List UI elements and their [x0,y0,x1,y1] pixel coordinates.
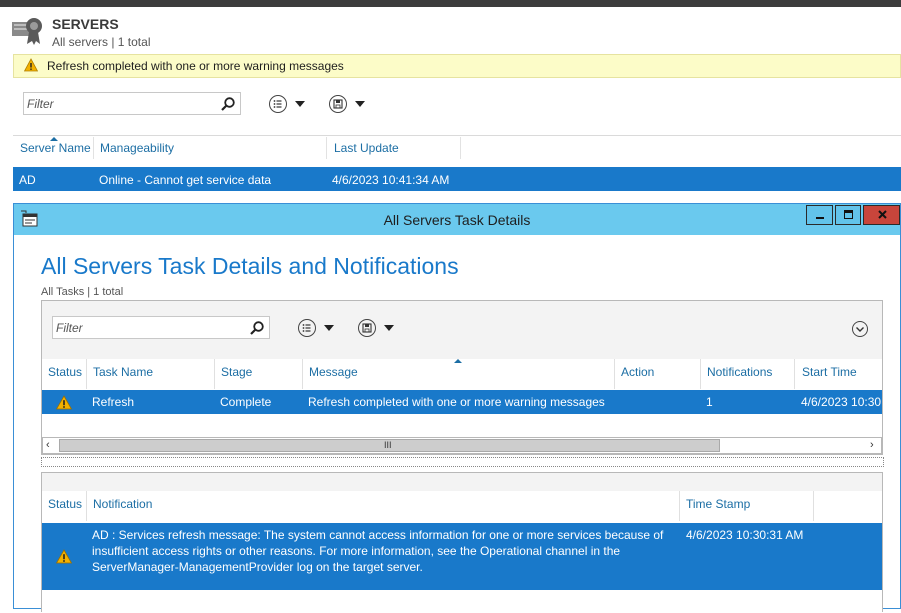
filter-placeholder: Filter [27,97,54,111]
chevron-down-icon[interactable] [355,101,365,107]
scrollbar-thumb[interactable]: III [59,439,720,452]
column-divider [460,137,461,159]
top-strip [0,0,901,7]
last-update-cell: 4/6/2023 10:41:34 AM [332,173,450,187]
sort-ascending-icon [454,359,462,363]
column-divider [700,359,701,389]
scroll-left-icon[interactable]: ‹ [46,439,50,451]
column-header-manageability[interactable]: Manageability [100,141,174,155]
stage-cell: Complete [220,395,272,409]
pane-splitter[interactable] [41,457,884,467]
column-header-start-time[interactable]: Start Time [802,365,857,379]
window-title-bar[interactable]: All Servers Task Details [14,204,900,235]
page-title: SERVERS [52,16,119,32]
expand-circle-icon[interactable] [852,321,868,337]
list-view-icon[interactable] [298,319,316,337]
tasks-grid: Status Task Name Stage Message Action No… [42,359,882,437]
notifications-grid: Status Notification Time Stamp AD : Serv… [42,491,882,613]
column-header-action[interactable]: Action [621,365,654,379]
column-divider [86,359,87,389]
save-icon[interactable] [329,95,347,113]
table-row[interactable]: AD : Services refresh message: The syste… [42,523,882,590]
column-divider [93,137,94,159]
time-stamp-cell: 4/6/2023 10:30:31 AM [686,528,804,542]
column-header-last-update[interactable]: Last Update [334,141,399,155]
column-header-notifications[interactable]: Notifications [707,365,772,379]
table-row[interactable]: AD Online - Cannot get service data 4/6/… [13,167,901,191]
server-name-cell: AD [19,173,36,187]
warning-message: Refresh completed with one or more warni… [47,59,344,73]
save-icon[interactable] [358,319,376,337]
column-divider [813,491,814,521]
notification-text-line: AD : Services refresh message: The syste… [92,528,664,542]
column-header-status[interactable]: Status [48,365,82,379]
tasks-panel: Filter Status Task Name Stage Message Ac… [41,300,883,455]
servers-filter-input[interactable]: Filter [23,92,241,115]
column-header-notification[interactable]: Notification [93,497,152,511]
column-divider [302,359,303,389]
column-header-time-stamp[interactable]: Time Stamp [686,497,750,511]
scroll-right-icon[interactable]: › [870,439,874,451]
dialog-subheading: All Tasks | 1 total [41,286,124,298]
message-cell: Refresh completed with one or more warni… [308,395,605,409]
search-icon[interactable] [220,96,236,112]
chevron-down-icon[interactable] [384,325,394,331]
notifications-cell: 1 [706,395,713,409]
notification-text-line: ServerManager-ManagementProvider log on … [92,560,423,574]
search-icon[interactable] [249,320,265,336]
page-subtitle: All servers | 1 total [52,35,151,49]
manageability-cell: Online - Cannot get service data [99,173,272,187]
window-title: All Servers Task Details [383,212,531,228]
task-name-cell: Refresh [92,395,135,409]
chevron-down-icon[interactable] [324,325,334,331]
close-icon[interactable] [863,205,900,225]
column-header-task-name[interactable]: Task Name [93,365,153,379]
warning-notification-bar[interactable]: Refresh completed with one or more warni… [13,54,901,78]
column-header-message[interactable]: Message [309,365,358,379]
column-divider [214,359,215,389]
warning-icon [24,58,38,72]
scrollbar-grip: III [384,440,392,450]
task-details-window[interactable]: All Servers Task Details All Servers Tas… [13,203,901,613]
warning-icon [56,395,72,410]
chevron-down-icon[interactable] [295,101,305,107]
notifications-panel: Status Notification Time Stamp AD : Serv… [41,472,883,613]
table-row[interactable]: Refresh Complete Refresh completed with … [42,390,882,414]
column-divider [86,491,87,521]
server-role-icon [12,18,42,45]
notification-text-line: insufficient access rights or other reas… [92,544,621,558]
maximize-icon[interactable] [835,205,861,225]
tasks-filter-input[interactable]: Filter [52,316,270,339]
column-header-server-name[interactable]: Server Name [20,141,91,155]
column-divider [794,359,795,389]
warning-icon [56,549,72,564]
list-view-icon[interactable] [269,95,287,113]
column-divider [679,491,680,521]
column-divider [614,359,615,389]
minimize-icon[interactable] [806,205,833,225]
dialog-heading: All Servers Task Details and Notificatio… [41,253,459,279]
column-divider [326,137,327,159]
column-header-stage[interactable]: Stage [221,365,252,379]
start-time-cell: 4/6/2023 10:30 [801,395,881,409]
column-header-status[interactable]: Status [48,497,82,511]
filter-placeholder: Filter [56,321,83,335]
horizontal-scrollbar[interactable]: ‹ III › [42,437,882,454]
